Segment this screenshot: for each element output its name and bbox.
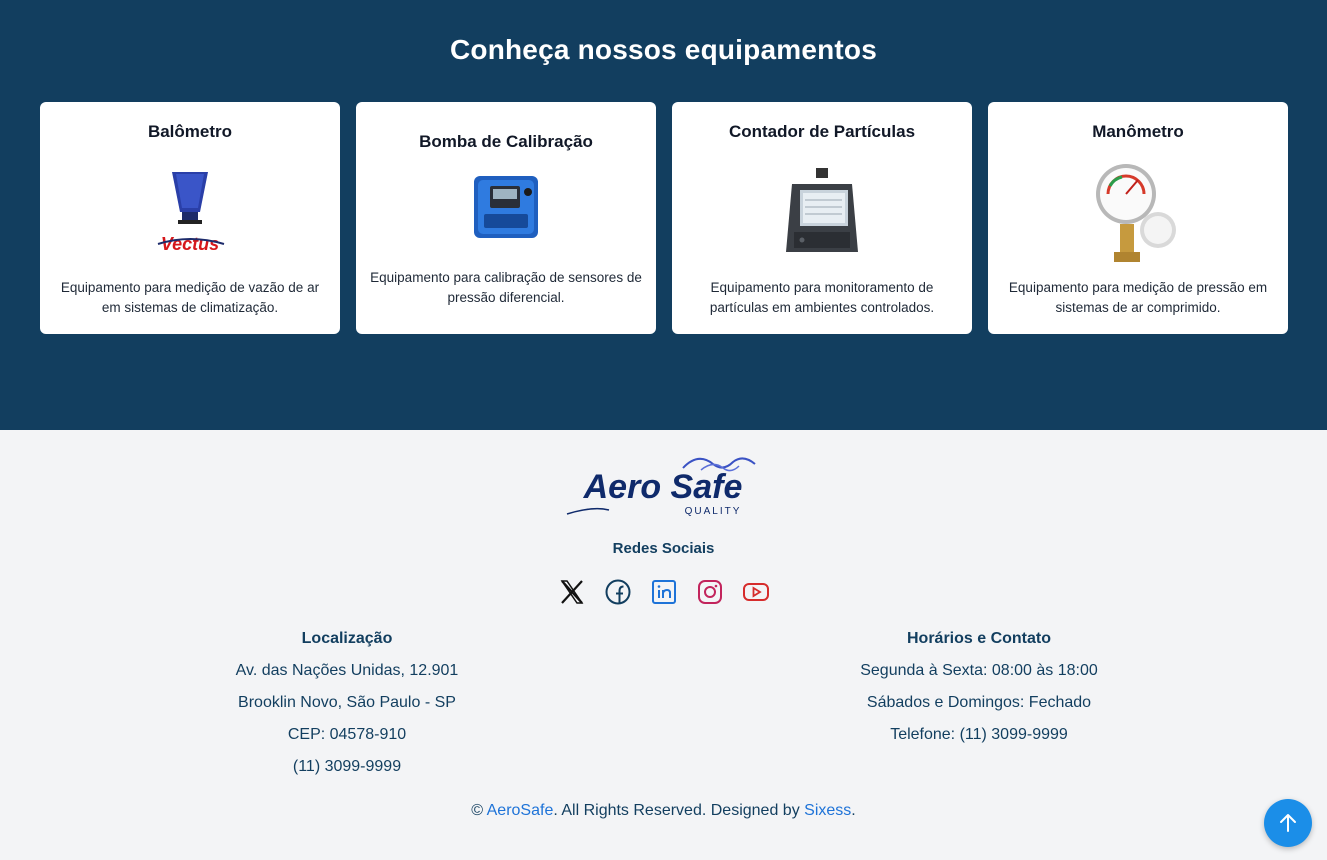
equipment-card-balometro: Balômetro Vectus Equipamento para mediçã…	[40, 102, 340, 334]
equipment-card-manometro: Manômetro Equipamento para medição de pr…	[988, 102, 1288, 334]
sixess-link[interactable]: Sixess	[804, 802, 851, 819]
linkedin-icon[interactable]	[648, 576, 680, 608]
copyright-middle: . All Rights Reserved. Designed by	[553, 802, 805, 819]
section-title: Conheça nossos equipamentos	[449, 34, 878, 65]
address-line: Av. das Nações Unidas, 12.901	[235, 662, 459, 679]
aerosafe-logo[interactable]: Aero Safe QUALITY	[563, 450, 763, 520]
facebook-icon[interactable]	[602, 576, 634, 608]
particle-counter-image	[786, 168, 858, 252]
manometer-image	[1096, 164, 1176, 262]
address-line: CEP: 04578-910	[287, 726, 407, 743]
card-title: Bomba de Calibração	[419, 132, 593, 151]
youtube-icon[interactable]	[740, 576, 772, 608]
phone-line: Telefone: (11) 3099-9999	[890, 726, 1068, 743]
card-description: Equipamento para calibração de sensores …	[370, 270, 642, 305]
social-title: Redes Sociais	[612, 540, 715, 557]
copyright-prefix: ©	[471, 802, 487, 819]
vectus-logo: Vectus	[161, 234, 219, 254]
x-icon[interactable]	[556, 576, 588, 608]
card-description: Equipamento para monitoramento de partíc…	[709, 280, 935, 315]
card-title: Contador de Partículas	[728, 122, 916, 141]
card-description: Equipamento para medição de vazão de ar …	[60, 280, 320, 315]
card-title: Balômetro	[147, 122, 233, 141]
calibration-pump-image	[474, 176, 538, 238]
address-line: Brooklin Novo, São Paulo - SP	[238, 694, 456, 711]
back-to-top-button[interactable]	[1264, 799, 1312, 847]
equipment-section: Conheça nossos equipamentos Balômetro Ve…	[0, 0, 1327, 430]
balometer-image: Vectus	[157, 172, 225, 254]
equipment-card-bomba: Bomba de Calibração Equipamento para cal…	[356, 102, 656, 334]
logo-text: Aero Safe	[583, 468, 743, 506]
equipment-card-contador: Contador de Partículas Equipamento para …	[672, 102, 972, 334]
hours-title: Horários e Contato	[906, 630, 1051, 647]
hours-line: Segunda à Sexta: 08:00 às 18:00	[860, 662, 1098, 679]
social-links	[556, 576, 772, 608]
copyright-suffix: .	[851, 802, 856, 819]
card-description: Equipamento para medição de pressão em s…	[1008, 280, 1268, 315]
instagram-icon[interactable]	[694, 576, 726, 608]
logo-subtext: QUALITY	[685, 506, 742, 517]
arrow-up-icon	[1280, 814, 1296, 832]
hours-line: Sábados e Domingos: Fechado	[866, 694, 1092, 711]
location-title: Localização	[301, 630, 393, 647]
phone-line: (11) 3099-9999	[292, 758, 402, 775]
card-title: Manômetro	[1092, 122, 1184, 141]
location-column: Localização Av. das Nações Unidas, 12.90…	[147, 630, 547, 790]
copyright: © AeroSafe. All Rights Reserved. Designe…	[0, 802, 1327, 820]
hours-column: Horários e Contato Segunda à Sexta: 08:0…	[779, 630, 1179, 758]
aerosafe-link[interactable]: AeroSafe	[487, 802, 554, 819]
